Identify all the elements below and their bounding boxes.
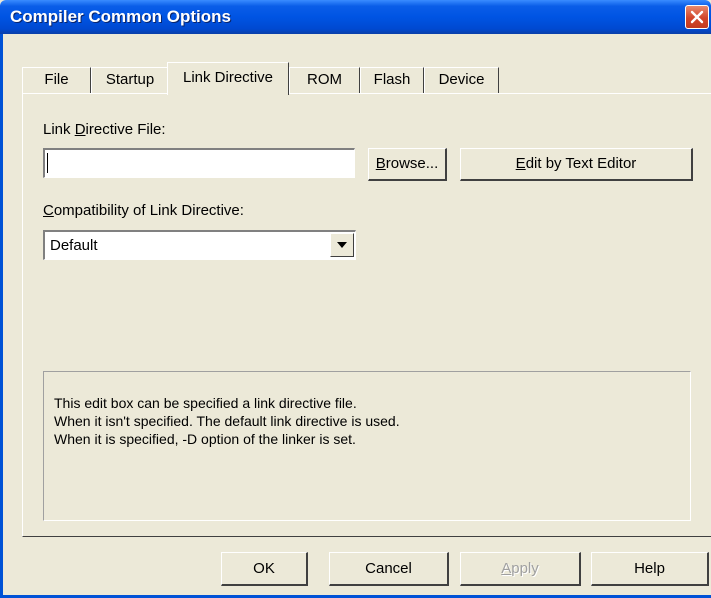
button-label: OK bbox=[253, 560, 275, 577]
tab-device[interactable]: Device bbox=[424, 67, 499, 93]
tab-flash[interactable]: Flash bbox=[360, 67, 424, 93]
apply-button[interactable]: Apply bbox=[460, 552, 581, 586]
tab-panel bbox=[22, 93, 711, 537]
tab-link-directive[interactable]: Link Directive bbox=[167, 62, 289, 95]
button-label: pply bbox=[511, 560, 539, 577]
tab-label: ROM bbox=[307, 71, 342, 88]
tab-label: Flash bbox=[373, 71, 411, 88]
help-button[interactable]: Help bbox=[591, 552, 709, 586]
tab-startup[interactable]: Startup bbox=[91, 67, 169, 93]
tab-label: Link Directive bbox=[182, 69, 274, 86]
tab-label: Device bbox=[438, 71, 485, 88]
window-border-left bbox=[0, 34, 3, 598]
window-title: Compiler Common Options bbox=[10, 7, 231, 26]
title-bar: Compiler Common Options bbox=[0, 0, 711, 34]
tab-rom[interactable]: ROM bbox=[289, 67, 360, 93]
cancel-button[interactable]: Cancel bbox=[329, 552, 449, 586]
button-mnemonic: A bbox=[501, 560, 512, 577]
close-icon bbox=[690, 10, 704, 24]
close-button[interactable] bbox=[685, 5, 709, 29]
button-label: Help bbox=[634, 560, 665, 577]
tab-label: File bbox=[44, 71, 69, 88]
ok-button[interactable]: OK bbox=[221, 552, 308, 586]
tab-label: Startup bbox=[105, 71, 155, 88]
tab-file[interactable]: File bbox=[22, 67, 91, 93]
button-label: Cancel bbox=[365, 560, 412, 577]
